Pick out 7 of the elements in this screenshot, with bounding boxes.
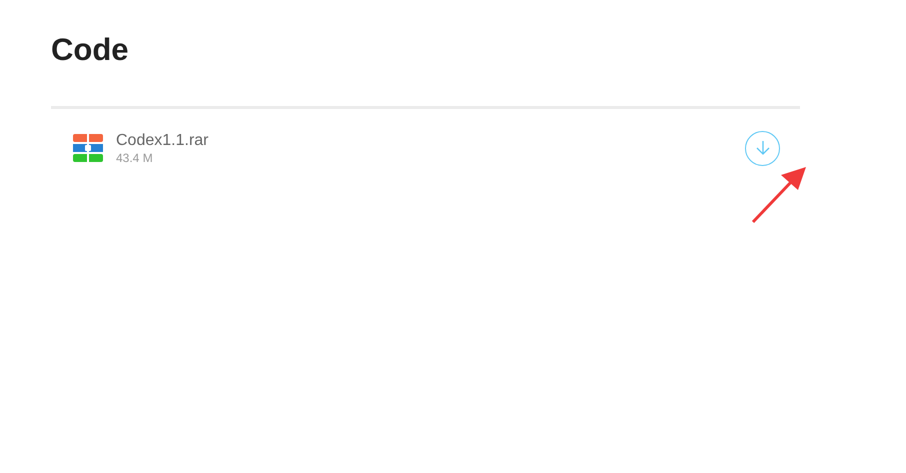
- archive-file-icon: [73, 134, 103, 162]
- file-name: Codex1.1.rar: [116, 131, 208, 151]
- download-icon: [756, 140, 770, 156]
- download-button[interactable]: [745, 130, 780, 166]
- arrow-annotation: [751, 166, 809, 225]
- page-title: Code: [51, 31, 130, 69]
- file-size: 43.4 M: [116, 151, 154, 165]
